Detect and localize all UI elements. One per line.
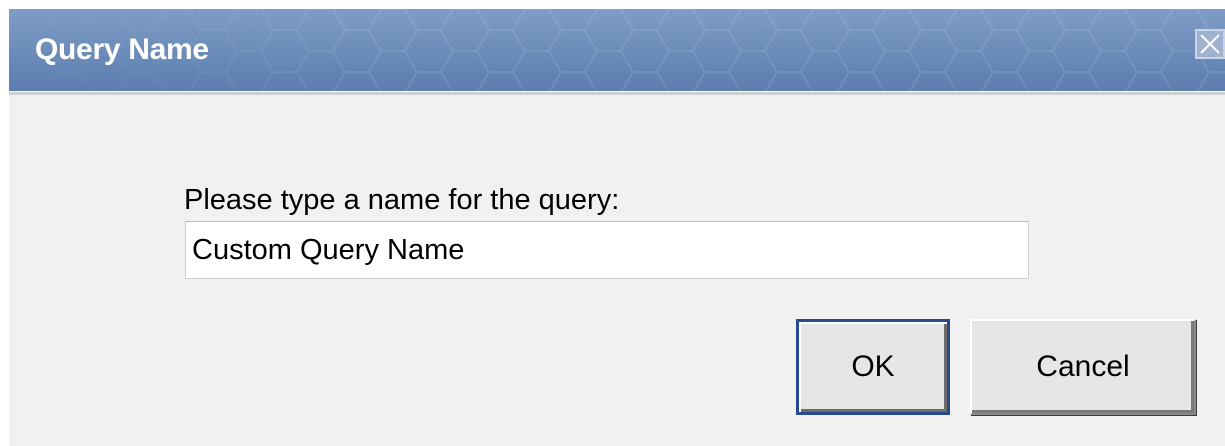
cancel-button[interactable]: Cancel — [970, 319, 1196, 415]
titlebar-divider — [9, 91, 1225, 95]
query-name-dialog: Query Name Please type a name for the qu… — [9, 9, 1225, 446]
ok-button-label: OK — [851, 350, 895, 383]
dialog-title: Query Name — [35, 33, 209, 66]
dialog-titlebar[interactable]: Query Name — [9, 9, 1225, 91]
cancel-button-label: Cancel — [1036, 350, 1130, 383]
close-icon — [1200, 34, 1220, 54]
query-name-prompt: Please type a name for the query: — [184, 184, 620, 216]
query-name-input[interactable] — [185, 221, 1029, 279]
ok-button[interactable]: OK — [796, 319, 950, 415]
close-button[interactable] — [1195, 29, 1225, 59]
